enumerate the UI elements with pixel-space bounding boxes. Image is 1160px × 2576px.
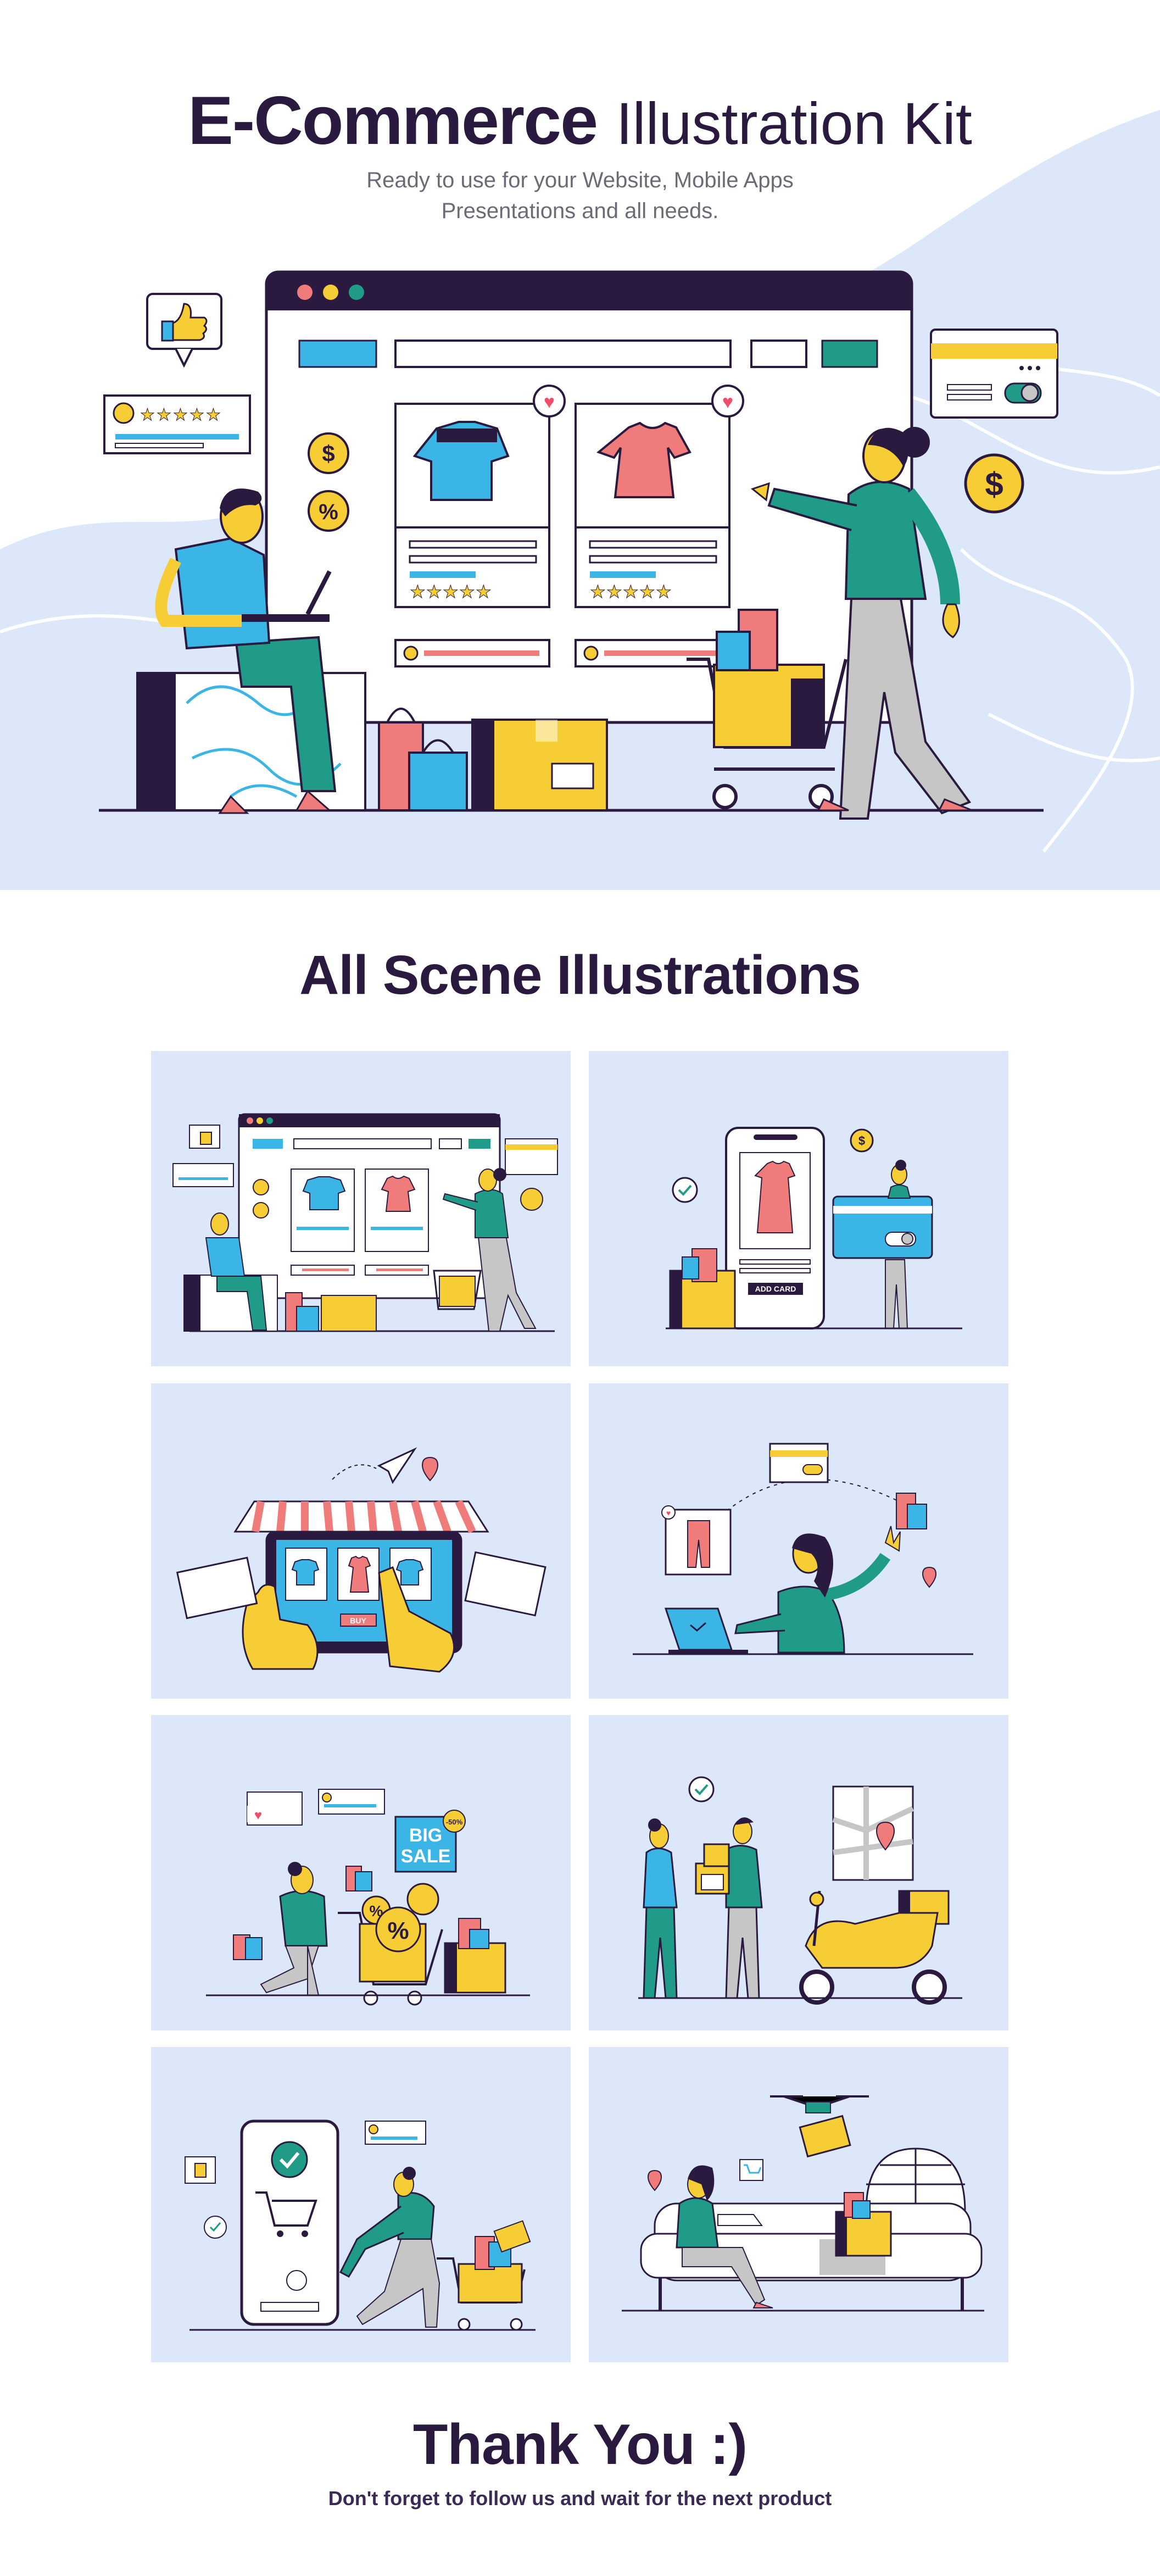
rating-star-icon: ★ [459, 582, 475, 602]
add-card-label: ADD CARD [755, 1284, 796, 1293]
check-icon [672, 1177, 698, 1203]
dollar-coin-icon [253, 1179, 269, 1195]
check-icon [688, 1776, 715, 1802]
location-pin-icon [421, 1456, 439, 1482]
dollar-glyph: $ [858, 1134, 865, 1148]
discount-badge-label: -50% [446, 1818, 463, 1826]
scene-laptop-order[interactable]: ♥ [589, 1383, 1008, 1699]
thank-you-heading: Thank You :) [412, 2413, 748, 2477]
laptop-order-illustration: ♥ [633, 1443, 973, 1655]
scene-big-sale[interactable]: ♥ BIG SALE -50% % % [151, 1715, 571, 2030]
location-pin-icon [647, 2169, 662, 2191]
rating-star-icon: ★ [173, 406, 188, 424]
location-pin-icon [922, 1566, 937, 1588]
rating-star-icon: ★ [639, 582, 655, 602]
rating-star-icon: ★ [606, 582, 622, 602]
big-sale-line-2: SALE [401, 1846, 451, 1867]
rating-star-icon: ★ [623, 582, 639, 602]
mobile-cart-illustration [185, 2119, 536, 2331]
laptop-icon [717, 2214, 763, 2226]
shopping-bags-illustration [378, 708, 608, 811]
delivery-illustration [638, 1776, 962, 2005]
thumbs-up-bubble [146, 293, 222, 368]
dollar-coin-icon [520, 1188, 543, 1211]
window-dot-icon [297, 285, 313, 300]
heart-icon: ♥ [666, 1509, 671, 1517]
dollar-glyph: $ [985, 466, 1003, 503]
rating-star-icon: ★ [426, 582, 442, 602]
tablet-shop-illustration: BUY [176, 1447, 546, 1673]
heart-icon: ♥ [544, 392, 555, 413]
thumbs-up-icon [200, 1132, 212, 1145]
follow-note: Don't forget to follow us and wait for t… [328, 2487, 832, 2510]
rating-star-icon: ★ [443, 582, 459, 602]
credit-card-icon [769, 1443, 829, 1483]
mobile-payment-illustration: ADD CARD $ [666, 1127, 962, 1329]
hero-section: E-Commerce Illustration Kit Ready to use… [0, 0, 1160, 890]
scene-delivery[interactable] [589, 1715, 1008, 2030]
gallery-title: All Scene Illustrations [299, 944, 861, 1006]
check-icon [271, 2141, 308, 2178]
rating-star-icon: ★ [157, 406, 171, 424]
online-store-illustration [172, 1113, 558, 1332]
product-card-tshirt: ★ ★ ★ ★ ★ ♥ [394, 385, 566, 608]
tshirt-icon [302, 1176, 346, 1210]
rating-star-icon: ★ [590, 582, 606, 602]
dress-icon [754, 1160, 796, 1233]
window-dot-icon [323, 285, 338, 300]
big-sale-line-1: BIG [409, 1825, 442, 1846]
scene-mobile-payment[interactable]: ADD CARD $ [589, 1051, 1008, 1366]
scooter-icon [805, 1912, 939, 1969]
dollar-glyph: $ [322, 441, 334, 466]
scene-mobile-cart[interactable] [151, 2047, 571, 2362]
scene-online-store[interactable] [151, 1051, 571, 1366]
delivery-box-label-icon [464, 1551, 546, 1617]
rating-stars-icon: ★ [410, 582, 426, 602]
percent-glyph: % [387, 1917, 409, 1944]
rating-star-icon: ★ [206, 406, 221, 424]
percent-coin-icon [253, 1202, 269, 1219]
check-icon [204, 2216, 227, 2239]
rating-star-icon: ★ [140, 406, 155, 424]
paper-plane-icon [377, 1447, 417, 1484]
heart-icon: ♥ [722, 392, 733, 413]
credit-card-icon [930, 329, 1058, 419]
product-card-dress: ★ ★ ★ ★ ★ ♥ [575, 385, 744, 608]
big-sale-illustration: ♥ BIG SALE -50% % % [206, 1789, 530, 2006]
credit-card-icon [505, 1138, 558, 1175]
thumbs-up-icon [194, 2163, 207, 2178]
heart-icon: ♥ [254, 1808, 262, 1823]
drone-delivery-illustration [622, 2095, 984, 2312]
buy-label: BUY [350, 1616, 366, 1625]
dress-icon [348, 1555, 371, 1593]
scene-tablet-shop[interactable]: BUY [151, 1383, 571, 1699]
rating-star-icon: ★ [189, 406, 204, 424]
map-icon [832, 1785, 914, 1881]
rating-card: ★ ★ ★ ★ ★ [103, 394, 251, 454]
credit-card-icon [832, 1195, 933, 1259]
hero-illustration: ★ ★ ★ ★ ★ ♥ ★ ★ ★ ★ ★ ♥ ★ ★ ★ ★ ★ $ % $ [99, 270, 1058, 820]
scene-drone-delivery[interactable] [589, 2047, 1008, 2362]
window-dot-icon [349, 285, 364, 300]
percent-glyph: % [319, 500, 338, 524]
tshirt-icon [395, 1559, 424, 1585]
tshirt-icon [291, 1559, 320, 1585]
rating-star-icon: ★ [656, 582, 672, 602]
rating-star-icon: ★ [476, 582, 492, 602]
